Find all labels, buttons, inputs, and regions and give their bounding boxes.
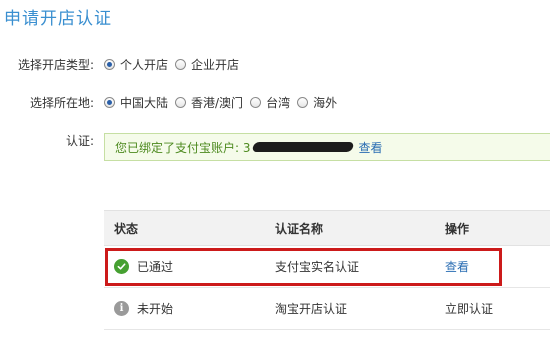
radio-hk-macau[interactable]: 香港/澳门 [175, 94, 243, 111]
info-circle-icon: i [114, 301, 129, 316]
page-title: 申请开店认证 [4, 9, 112, 29]
radio-personal-shop[interactable]: 个人开店 [104, 56, 168, 73]
header-action: 操作 [445, 221, 470, 236]
radio-label: 个人开店 [120, 57, 169, 72]
start-auth-action[interactable]: 立即认证 [445, 300, 493, 317]
radio-unchecked-icon[interactable] [175, 96, 187, 108]
shop-type-row: 选择开店类型: 个人开店 企业开店 [0, 55, 246, 73]
auth-table: 状态 认证名称 操作 已通过 支付宝实名认证 查看 i 未开始 淘宝开店认证 立… [104, 210, 550, 330]
view-account-link[interactable]: 查看 [359, 139, 383, 156]
radio-mainland-china[interactable]: 中国大陆 [104, 94, 168, 111]
radio-checked-icon[interactable] [104, 58, 115, 70]
radio-overseas[interactable]: 海外 [297, 94, 337, 111]
row-auth-name: 淘宝开店认证 [275, 302, 348, 316]
radio-unchecked-icon[interactable] [250, 96, 262, 108]
status-text: 已通过 [137, 260, 174, 274]
shop-type-radio-group: 个人开店 企业开店 [104, 56, 246, 73]
radio-unchecked-icon[interactable] [297, 96, 309, 108]
auth-notice-text: 您已绑定了支付宝账户: 3 [115, 140, 251, 155]
region-radio-group: 中国大陆 香港/澳门 台湾 海外 [104, 94, 344, 111]
check-circle-icon [114, 259, 129, 274]
radio-label: 中国大陆 [120, 95, 169, 110]
auth-notice: 您已绑定了支付宝账户: 3 查看 [104, 133, 550, 161]
radio-label: 香港/澳门 [191, 95, 244, 110]
region-row: 选择所在地: 中国大陆 香港/澳门 台湾 海外 [0, 93, 344, 111]
shop-type-label: 选择开店类型: [17, 57, 94, 72]
row-action: 立即认证 [445, 300, 550, 317]
radio-unchecked-icon[interactable] [175, 58, 187, 70]
table-header: 状态 认证名称 操作 [104, 210, 550, 246]
redacted-account [251, 142, 354, 152]
header-auth-name: 认证名称 [275, 221, 324, 236]
page: 申请开店认证 选择开店类型: 个人开店 企业开店 选择所在地: 中国大陆 香港/… [0, 0, 550, 352]
radio-enterprise-shop[interactable]: 企业开店 [175, 56, 239, 73]
row-auth-name: 支付宝实名认证 [275, 260, 360, 274]
header-status: 状态 [114, 221, 139, 236]
region-label: 选择所在地: [29, 95, 94, 110]
radio-taiwan[interactable]: 台湾 [250, 94, 290, 111]
row-action: 查看 [445, 258, 550, 275]
table-row: i 未开始 淘宝开店认证 立即认证 [104, 288, 550, 330]
radio-checked-icon[interactable] [104, 96, 115, 108]
view-auth-link[interactable]: 查看 [445, 258, 469, 275]
status-text: 未开始 [137, 302, 174, 316]
radio-label: 企业开店 [191, 57, 240, 72]
auth-label: 认证: [65, 134, 94, 148]
radio-label: 台湾 [266, 95, 291, 110]
table-row: 已通过 支付宝实名认证 查看 [104, 246, 550, 288]
radio-label: 海外 [313, 95, 338, 110]
row-status: 已通过 [104, 258, 275, 275]
row-status: i 未开始 [104, 300, 275, 317]
